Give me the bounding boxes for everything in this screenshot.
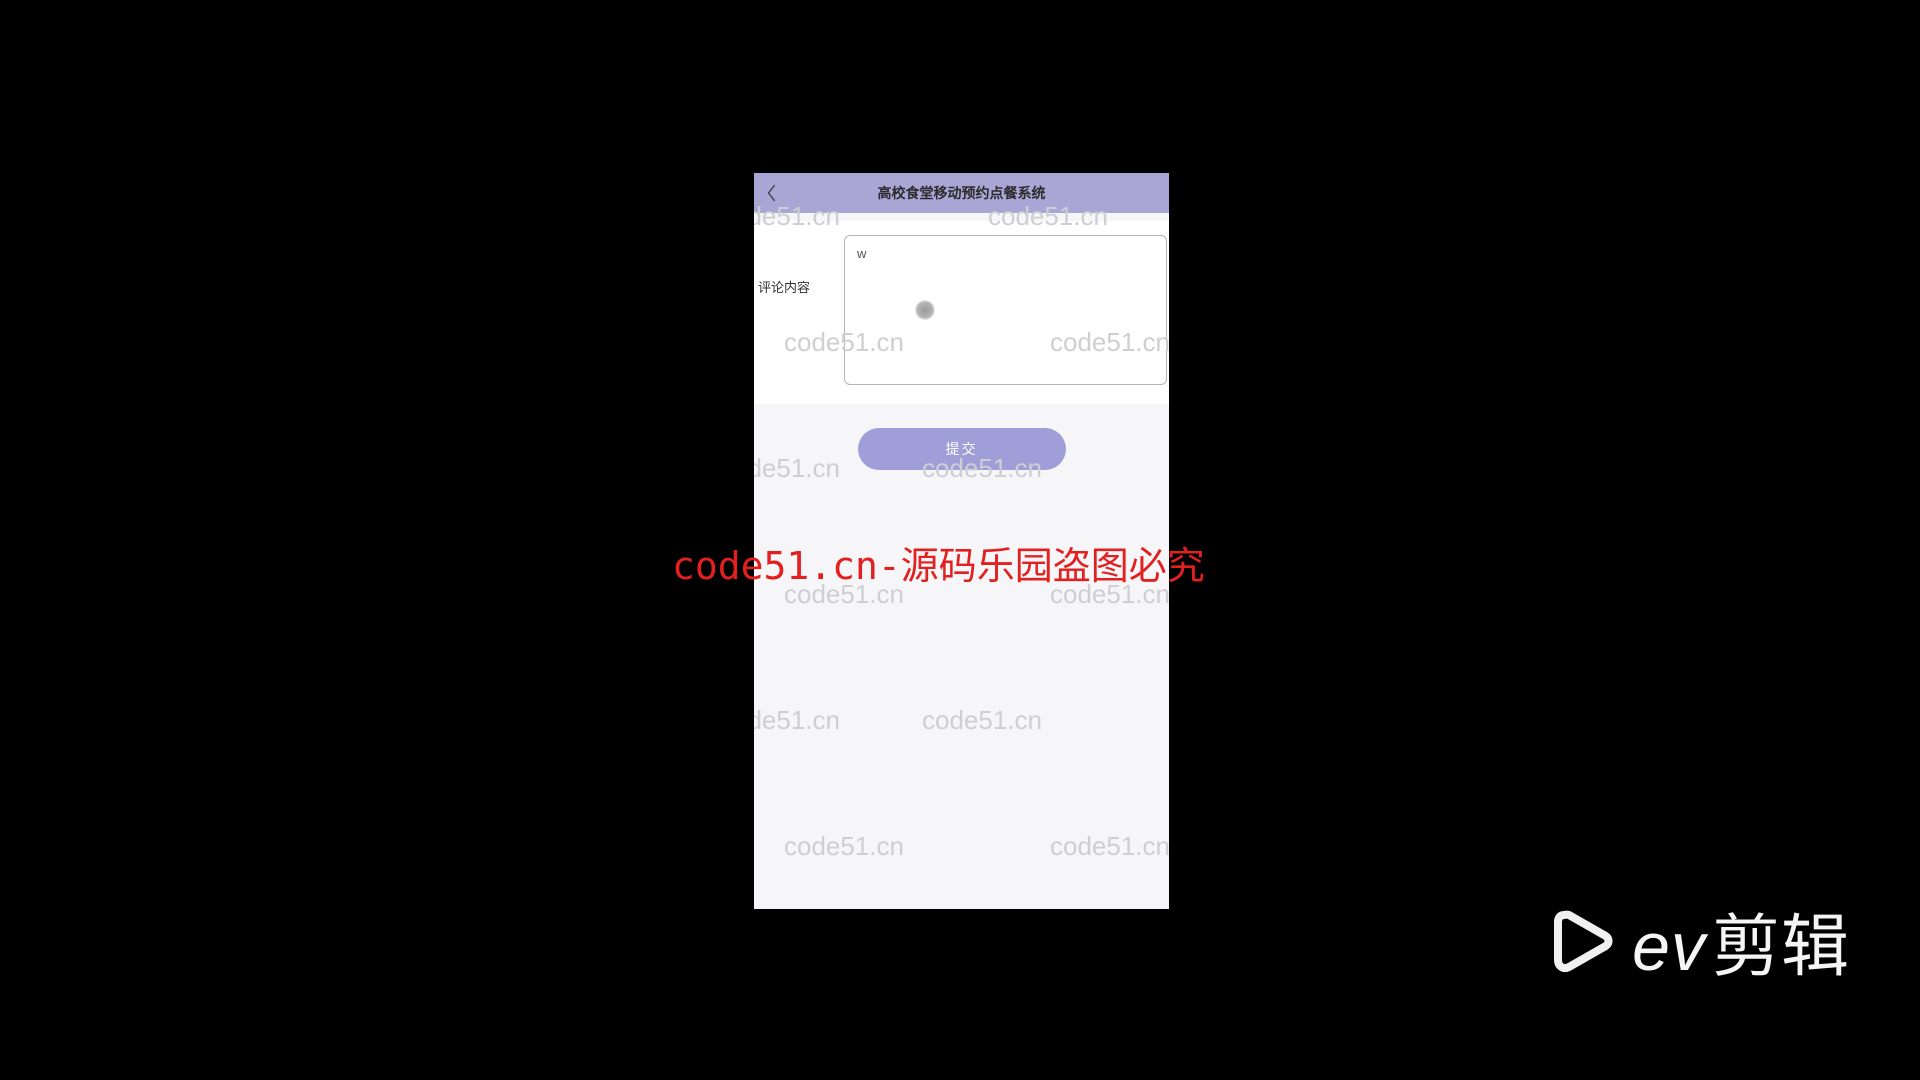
comment-label: 评论内容 xyxy=(754,235,844,296)
app-header: 高校食堂移动预约点餐系统 xyxy=(754,173,1169,213)
submit-row: 提交 xyxy=(754,404,1169,470)
play-icon xyxy=(1550,909,1614,973)
back-button[interactable] xyxy=(764,173,778,213)
textarea-wrap xyxy=(844,235,1169,390)
submit-button[interactable]: 提交 xyxy=(858,428,1066,470)
comment-textarea[interactable] xyxy=(844,235,1167,385)
ev-brand-cn: 剪辑 xyxy=(1712,891,1850,990)
mobile-app-frame: 高校食堂移动预约点餐系统 评论内容 提交 xyxy=(754,173,1169,909)
ev-brand-en: ev xyxy=(1632,908,1706,986)
ev-logo: ev剪辑 xyxy=(1550,891,1850,990)
page-title: 高校食堂移动预约点餐系统 xyxy=(878,183,1046,203)
comment-form-row: 评论内容 xyxy=(754,221,1169,404)
ev-brand-text: ev剪辑 xyxy=(1632,891,1850,990)
chevron-left-icon xyxy=(764,183,778,203)
